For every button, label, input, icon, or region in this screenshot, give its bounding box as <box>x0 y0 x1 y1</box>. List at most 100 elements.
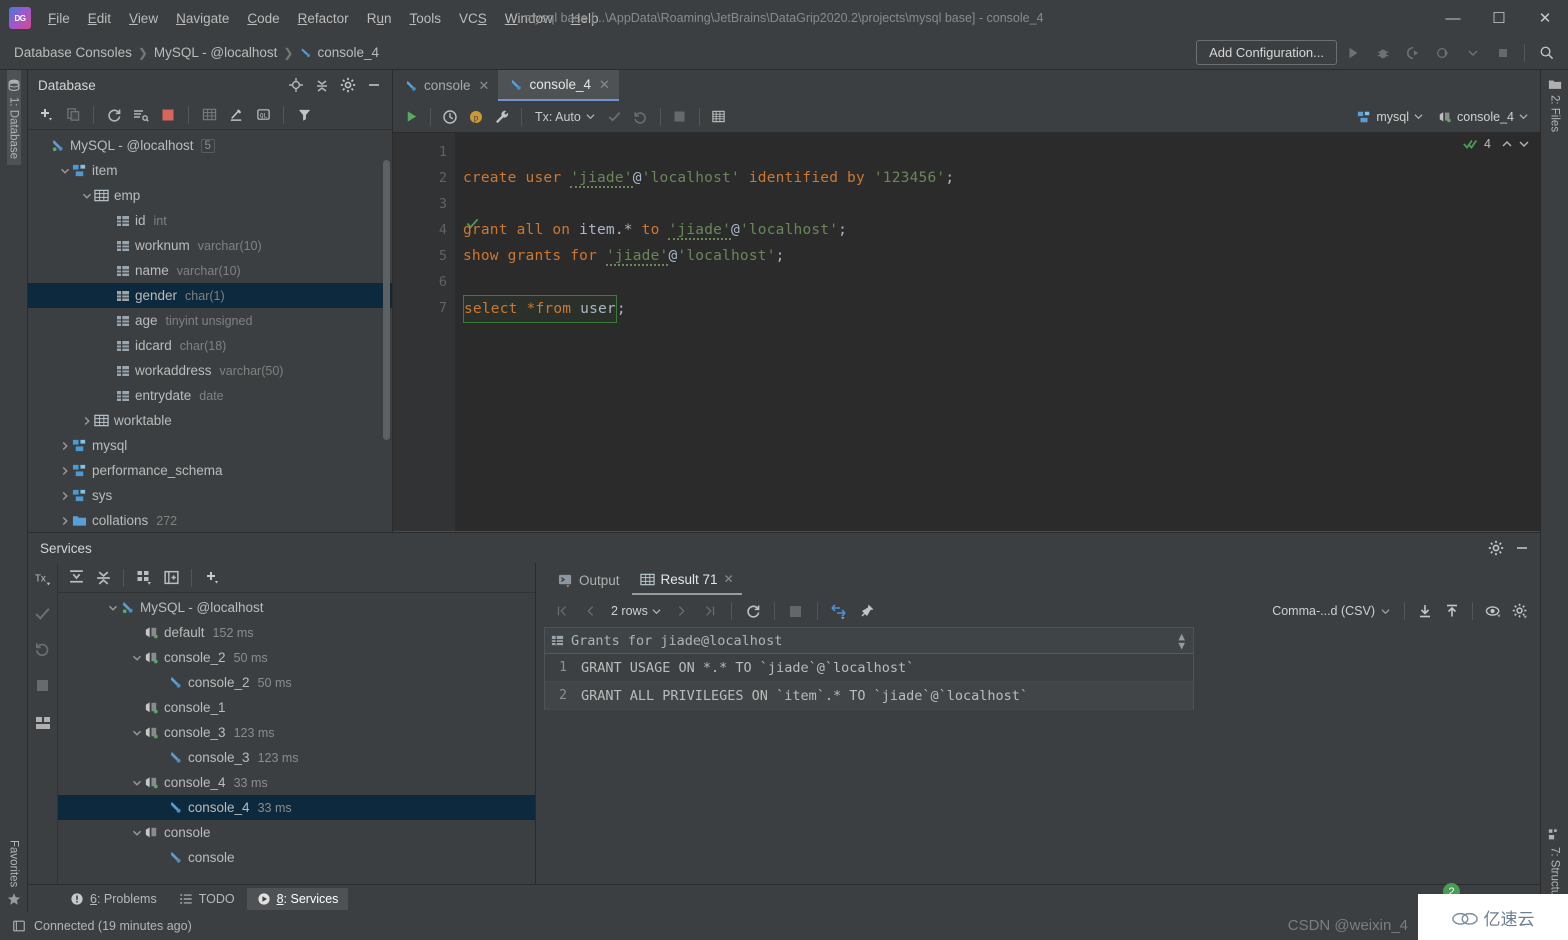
debug-icon[interactable] <box>1369 40 1397 66</box>
stop-icon[interactable] <box>668 105 692 129</box>
menu-edit[interactable]: Edit <box>79 7 120 30</box>
history-icon[interactable] <box>438 105 462 129</box>
layout-icon[interactable] <box>31 711 55 735</box>
commit-icon[interactable] <box>603 105 627 129</box>
database-tree-node[interactable]: idcard char(18) <box>28 333 392 358</box>
database-tree-node[interactable]: sys <box>28 483 392 508</box>
chevron-down-icon[interactable] <box>130 778 144 788</box>
jump-to-query-icon[interactable]: QL <box>251 103 275 127</box>
tool-window-stripe-favorites[interactable]: Favorites <box>7 832 21 912</box>
transaction-mode-selector[interactable]: Tx: Auto <box>529 107 601 127</box>
database-tree-node[interactable]: workaddress varchar(50) <box>28 358 392 383</box>
services-tree[interactable]: MySQL - @localhost default 152 ms console_2… <box>58 593 535 884</box>
database-tree-node[interactable]: worknum varchar(10) <box>28 233 392 258</box>
refresh-icon[interactable] <box>102 103 126 127</box>
maximize-button[interactable]: ☐ <box>1476 0 1522 36</box>
chevron-down-icon[interactable] <box>58 166 72 176</box>
chevron-right-icon[interactable] <box>80 416 94 426</box>
services-tree-node[interactable]: console_2 50 ms <box>58 645 535 670</box>
database-tree-node[interactable]: gender char(1) <box>28 283 392 308</box>
result-tab-result-71[interactable]: Result 71 ✕ <box>631 565 742 595</box>
download-icon[interactable] <box>1413 599 1437 623</box>
breadcrumb-database-consoles[interactable]: Database Consoles <box>14 45 132 60</box>
chevron-down-icon[interactable] <box>130 728 144 738</box>
rollback-icon[interactable] <box>629 105 653 129</box>
tool-tab-todo[interactable]: TODO <box>169 888 245 910</box>
new-tab-icon[interactable] <box>159 566 183 590</box>
filter-icon[interactable] <box>292 103 316 127</box>
settings-icon[interactable] <box>1484 536 1508 560</box>
profile-icon[interactable] <box>1429 40 1457 66</box>
editor-tab-console[interactable]: console ✕ <box>393 70 498 101</box>
table-editor-icon[interactable] <box>197 103 221 127</box>
database-tree-node[interactable]: worktable <box>28 408 392 433</box>
menu-navigate[interactable]: Navigate <box>167 7 238 30</box>
database-tree-node[interactable]: name varchar(10) <box>28 258 392 283</box>
prev-page-icon[interactable] <box>578 599 602 623</box>
stop-icon[interactable] <box>1489 40 1517 66</box>
hide-panel-icon[interactable] <box>362 73 386 97</box>
breadcrumb-console[interactable]: console_4 <box>299 45 379 60</box>
hide-panel-icon[interactable] <box>1510 536 1534 560</box>
menu-run[interactable]: Run <box>358 7 401 30</box>
database-tree-node[interactable]: age tinyint unsigned <box>28 308 392 333</box>
grid-cell[interactable]: GRANT ALL PRIVILEGES ON `item`.* TO `jia… <box>575 688 1028 704</box>
chevron-right-icon[interactable] <box>58 441 72 451</box>
session-selector[interactable]: console_4 <box>1432 107 1534 127</box>
menu-vcs[interactable]: VCS <box>450 7 496 30</box>
database-tree-node[interactable]: MySQL - @localhost 5 <box>28 133 392 158</box>
sort-indicator-icon[interactable]: ▲ ▼ <box>1178 631 1185 651</box>
settings-icon[interactable] <box>336 73 360 97</box>
grid-row[interactable]: 2 GRANT ALL PRIVILEGES ON `item`.* TO `ji… <box>544 682 1194 710</box>
tree-scrollbar[interactable] <box>383 160 390 440</box>
pin-icon[interactable] <box>855 599 879 623</box>
rollback-icon[interactable] <box>31 635 55 659</box>
wrench-icon[interactable] <box>490 105 514 129</box>
tx-icon[interactable]: Tx <box>31 567 55 591</box>
execute-icon[interactable] <box>399 105 423 129</box>
chevron-down-icon[interactable] <box>1459 40 1487 66</box>
database-tree-node[interactable]: entrydate date <box>28 383 392 408</box>
stop-icon[interactable] <box>31 673 55 697</box>
stop-icon[interactable] <box>156 103 180 127</box>
code-editor[interactable]: 1 2 3 4 5 6 7 create user 'jiade'@'localhost' … <box>393 133 1540 531</box>
tool-tab-problems[interactable]: 6: Problems <box>60 888 167 910</box>
chevron-right-icon[interactable] <box>58 466 72 476</box>
tool-window-stripe-database[interactable]: 1: Database <box>6 70 21 166</box>
schema-selector[interactable]: mysql <box>1351 107 1429 127</box>
add-icon[interactable] <box>200 566 224 590</box>
menu-window[interactable]: Window <box>496 7 562 30</box>
services-tree-node[interactable]: default 152 ms <box>58 620 535 645</box>
grid-cell[interactable]: GRANT USAGE ON *.* TO `jiade`@`localhost… <box>575 660 914 676</box>
services-tree-node[interactable]: console_2 50 ms <box>58 670 535 695</box>
last-page-icon[interactable] <box>698 599 722 623</box>
commit-icon[interactable] <box>31 601 55 625</box>
grid-body[interactable]: 1 GRANT USAGE ON *.* TO `jiade`@`localhos… <box>544 654 1194 710</box>
upload-icon[interactable] <box>1440 599 1464 623</box>
expand-all-icon[interactable] <box>64 566 88 590</box>
services-tree-node[interactable]: console_4 33 ms <box>58 770 535 795</box>
run-with-coverage-icon[interactable] <box>1399 40 1427 66</box>
chevron-right-icon[interactable] <box>58 491 72 501</box>
grid-column-header[interactable]: Grants for jiade@localhost <box>571 633 782 649</box>
chevron-right-icon[interactable] <box>58 516 72 526</box>
close-tab-icon[interactable]: ✕ <box>479 78 490 94</box>
chevron-down-icon[interactable] <box>130 653 144 663</box>
database-tree[interactable]: MySQL - @localhost 5 item emp id int worknum va… <box>28 130 392 532</box>
database-tree-node[interactable]: emp <box>28 183 392 208</box>
services-tree-node[interactable]: console <box>58 845 535 870</box>
row-count-selector[interactable]: 2 rows <box>606 601 666 621</box>
sync-icon[interactable] <box>129 103 153 127</box>
menu-file[interactable]: File <box>39 7 79 30</box>
settings-icon[interactable] <box>1508 599 1532 623</box>
first-page-icon[interactable] <box>550 599 574 623</box>
services-tree-node[interactable]: console_3 123 ms <box>58 720 535 745</box>
locate-icon[interactable] <box>284 73 308 97</box>
tool-window-stripe-files[interactable]: 2: Files <box>1548 70 1562 138</box>
prev-problem-icon[interactable] <box>1501 138 1513 150</box>
parameters-icon[interactable]: p <box>464 105 488 129</box>
close-button[interactable]: ✕ <box>1522 0 1568 36</box>
services-tree-node[interactable]: console_3 123 ms <box>58 745 535 770</box>
collapse-all-icon[interactable] <box>310 73 334 97</box>
grid-row[interactable]: 1 GRANT USAGE ON *.* TO `jiade`@`localhos… <box>544 654 1194 682</box>
